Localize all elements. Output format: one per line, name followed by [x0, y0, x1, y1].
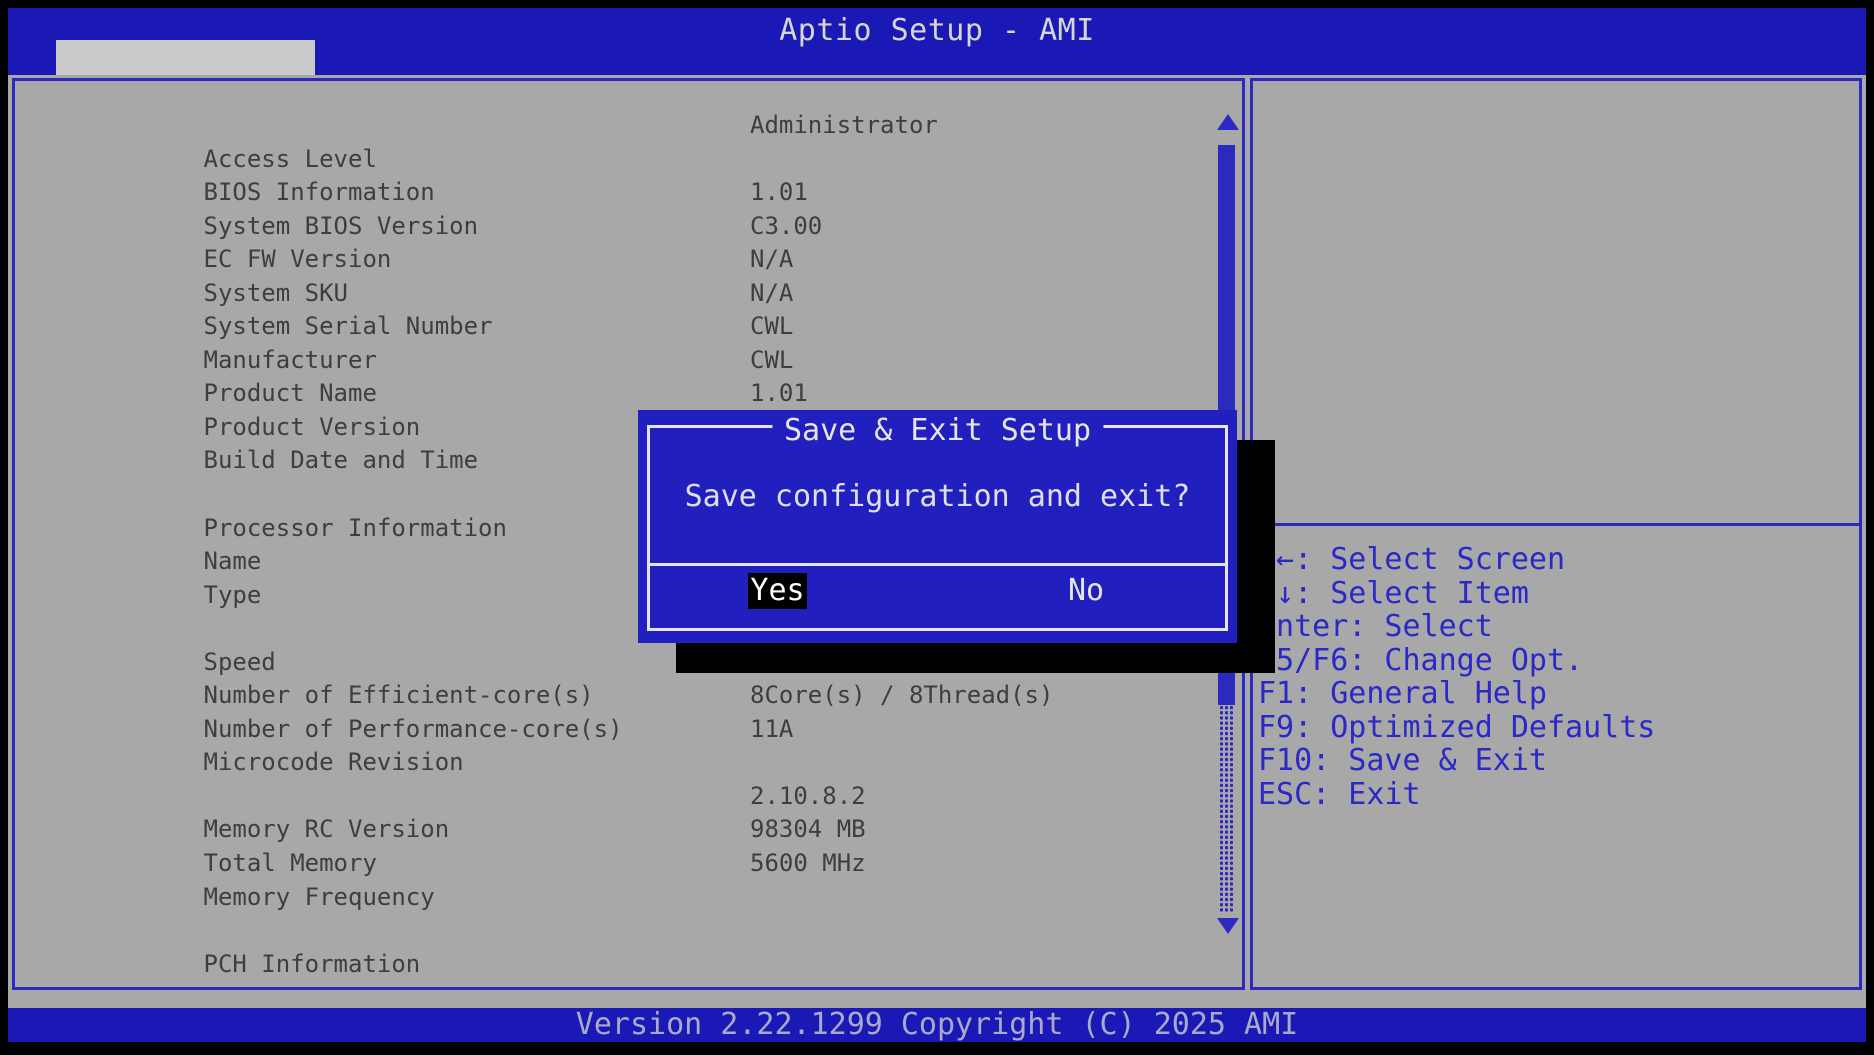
- setting-value: 1.01: [750, 176, 808, 210]
- hotkey-help-line: →←: Select Screen: [1258, 543, 1859, 577]
- setting-value: CWL: [750, 344, 793, 378]
- menu-tab-bar: Main Advanced Security Boot Save & Exit: [56, 40, 1621, 75]
- setting-row: Microcode Revision 11A: [15, 713, 1220, 747]
- setting-value: N/A: [750, 243, 793, 277]
- dialog-message: Save configuration and exit?: [638, 479, 1237, 514]
- setting-label: PCH Information: [204, 950, 421, 978]
- setting-value: Administrator: [750, 109, 938, 143]
- setting-value: N/A: [750, 277, 793, 311]
- scrollbar-down-arrow-icon[interactable]: [1217, 918, 1239, 934]
- setting-row: EC FW Version C3.00: [15, 210, 1220, 244]
- help-panel-divider: [1253, 523, 1859, 526]
- menu-tab[interactable]: Security: [646, 40, 977, 75]
- hotkey-help-line: F5/F6: Change Opt.: [1258, 644, 1859, 678]
- dialog-border: [647, 425, 1228, 631]
- hotkey-help-line: Enter: Select: [1258, 610, 1859, 644]
- hotkey-help-line: F9: Optimized Defaults: [1258, 711, 1859, 745]
- setting-row: System Serial Number N/A: [15, 277, 1220, 311]
- setting-row: [15, 746, 1220, 780]
- menu-tab[interactable]: Save & Exit: [1236, 40, 1621, 75]
- hotkey-help-line: F1: General Help: [1258, 677, 1859, 711]
- hotkey-help-list: →←: Select Screen↑↓: Select ItemEnter: S…: [1258, 543, 1859, 811]
- header-bar: Aptio Setup - AMI Main Advanced Security…: [8, 8, 1866, 75]
- setting-row: Memory Frequency 5600 MHz: [15, 847, 1220, 881]
- menu-tab[interactable]: Boot: [977, 40, 1236, 75]
- hotkey-help-line: ↑↓: Select Item: [1258, 577, 1859, 611]
- setting-row: Product Version 1.01: [15, 377, 1220, 411]
- scrollbar-track[interactable]: [1219, 705, 1234, 912]
- setting-row: Memory RC Version 2.10.8.2: [15, 780, 1220, 814]
- setting-row: [15, 881, 1220, 915]
- setting-row: BIOS Information: [15, 143, 1220, 177]
- dialog-title: Save & Exit Setup: [772, 413, 1103, 448]
- help-panel: →←: Select Screen↑↓: Select ItemEnter: S…: [1250, 78, 1862, 990]
- hotkey-help-line: F10: Save & Exit: [1258, 744, 1859, 778]
- bios-screen: Aptio Setup - AMI Main Advanced Security…: [0, 0, 1874, 1055]
- yes-button[interactable]: Yes: [748, 573, 807, 609]
- setting-value: C3.00: [750, 210, 822, 244]
- save-exit-dialog: Save & Exit Setup Save configuration and…: [638, 410, 1237, 643]
- setting-row: Access Level Administrator: [15, 109, 1220, 143]
- hotkey-help-line: ESC: Exit: [1258, 778, 1859, 812]
- version-bar: Version 2.22.1299 Copyright (C) 2025 AMI: [8, 1008, 1866, 1042]
- scrollbar-up-arrow-icon[interactable]: [1217, 114, 1239, 130]
- setting-row: Manufacturer CWL: [15, 310, 1220, 344]
- setting-row: Number of Performance-core(s) 8Core(s) /…: [15, 679, 1220, 713]
- setting-row: System SKU N/A: [15, 243, 1220, 277]
- setting-row: PCH Information: [15, 914, 1220, 948]
- setting-value: 8Core(s) / 8Thread(s): [750, 679, 1053, 713]
- setting-row: Product Name CWL: [15, 344, 1220, 378]
- no-button[interactable]: No: [1068, 573, 1104, 609]
- setting-row: System BIOS Version 1.01: [15, 176, 1220, 210]
- setting-value: 2.10.8.2: [750, 780, 866, 814]
- menu-tab[interactable]: Main: [56, 40, 315, 75]
- setting-value: 98304 MB: [750, 813, 866, 847]
- dialog-divider: [650, 563, 1225, 566]
- setting-value: CWL: [750, 310, 793, 344]
- setting-value: 5600 MHz: [750, 847, 866, 881]
- setting-value: 1.01: [750, 377, 808, 411]
- setting-value: 11A: [750, 713, 793, 747]
- menu-tab[interactable]: Advanced: [315, 40, 646, 75]
- setting-row: Total Memory 98304 MB: [15, 813, 1220, 847]
